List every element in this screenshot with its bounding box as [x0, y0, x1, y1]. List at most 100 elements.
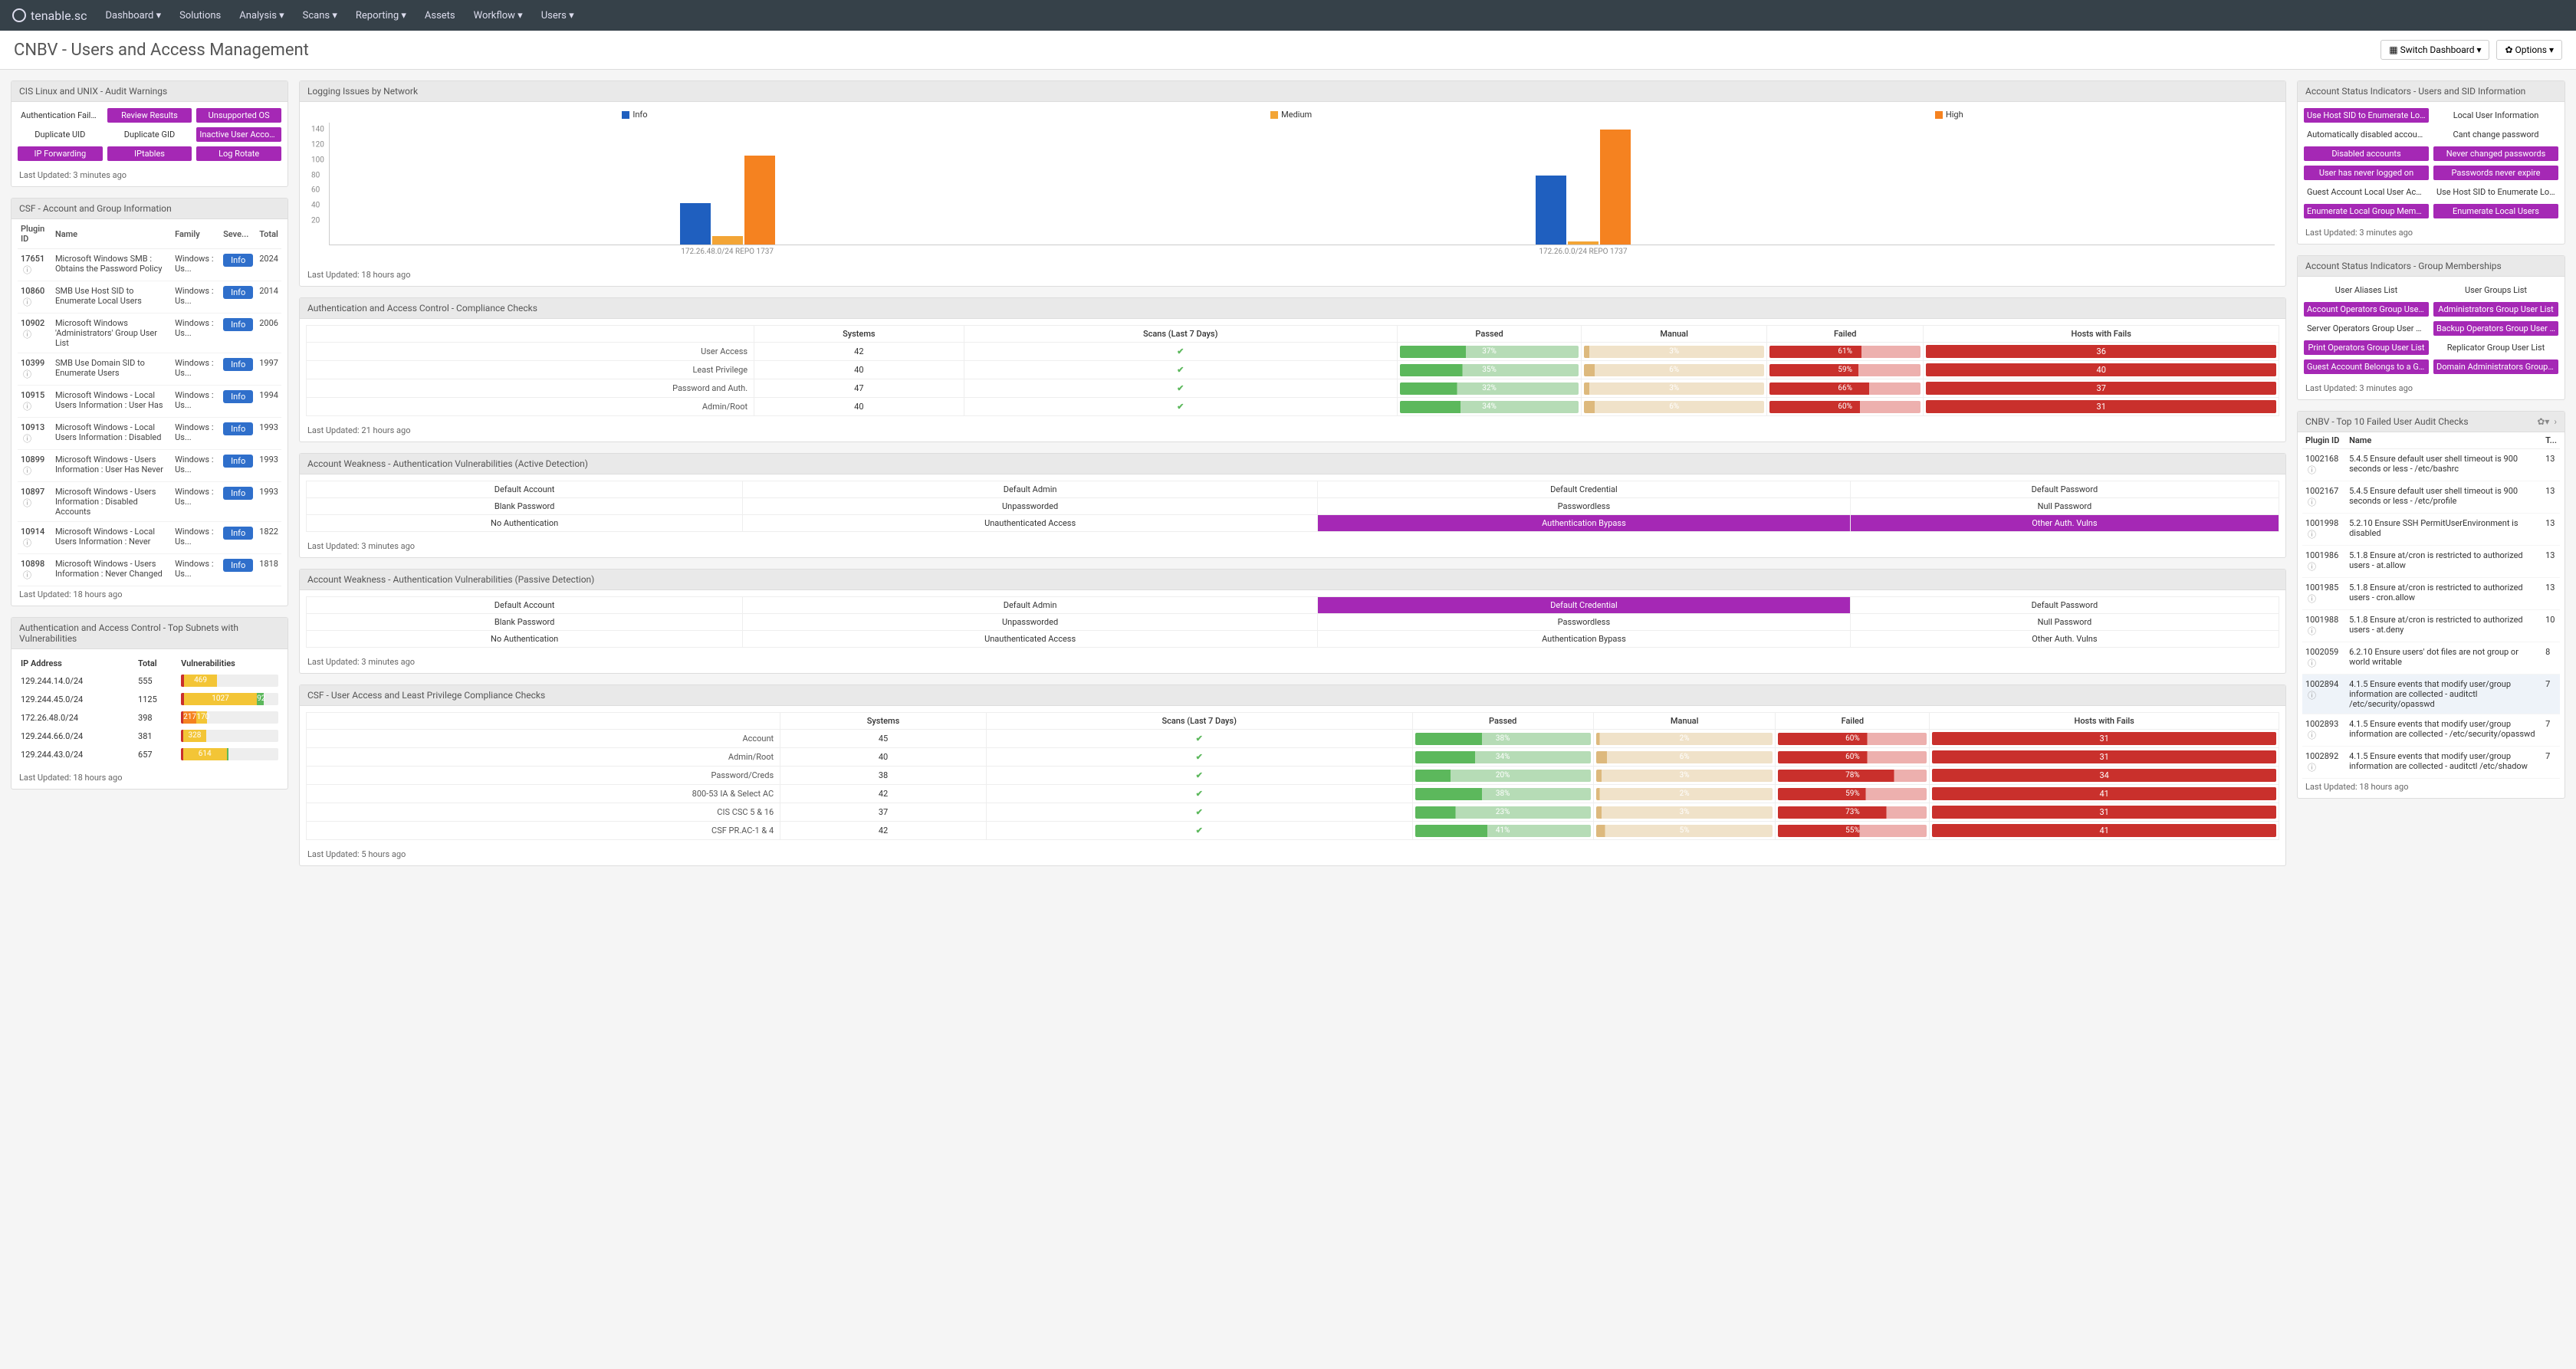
- pill-item[interactable]: Administrators Group User List: [2433, 302, 2558, 317]
- nav-solutions[interactable]: Solutions: [179, 10, 221, 21]
- table-row[interactable]: CSF PR.AC-1 & 442✔41%5%55%41: [307, 822, 2279, 840]
- pill-item[interactable]: Duplicate GID: [107, 127, 192, 142]
- table-row[interactable]: 10898 ⓘMicrosoft Windows - Users Informa…: [18, 554, 281, 586]
- table-row[interactable]: Password/Creds38✔20%3%78%34: [307, 767, 2279, 785]
- pill-item[interactable]: Replicator Group User List: [2433, 340, 2558, 355]
- weakness-cell[interactable]: Default Credential: [1318, 481, 1851, 498]
- pill-item[interactable]: Duplicate UID: [18, 127, 103, 142]
- weakness-cell[interactable]: Unauthenticated Access: [743, 515, 1318, 532]
- pill-item[interactable]: Domain Administrators Group User List: [2433, 359, 2558, 374]
- weakness-cell[interactable]: No Authentication: [307, 631, 743, 648]
- table-row[interactable]: CIS CSC 5 & 1637✔23%3%73%31: [307, 803, 2279, 822]
- chart-bar[interactable]: [680, 203, 711, 245]
- weakness-cell[interactable]: Passwordless: [1318, 498, 1851, 515]
- chart-bar[interactable]: [1536, 176, 1566, 245]
- pill-item[interactable]: Log Rotate: [196, 146, 281, 161]
- table-row[interactable]: 1002893 ⓘ4.1.5 Ensure events that modify…: [2302, 714, 2560, 747]
- pill-item[interactable]: Print Operators Group User List: [2304, 340, 2429, 355]
- table-row[interactable]: 1002168 ⓘ5.4.5 Ensure default user shell…: [2302, 449, 2560, 481]
- pill-item[interactable]: Enumerate Local Users: [2433, 204, 2558, 218]
- weakness-cell[interactable]: Default Account: [307, 481, 743, 498]
- nav-assets[interactable]: Assets: [425, 10, 455, 21]
- table-row[interactable]: 10915 ⓘMicrosoft Windows - Local Users I…: [18, 386, 281, 418]
- pill-item[interactable]: Use Host SID to Enumerate Local Users: [2304, 108, 2429, 123]
- pill-item[interactable]: User Groups List: [2433, 283, 2558, 297]
- pill-item[interactable]: User has never logged on: [2304, 166, 2429, 180]
- pill-item[interactable]: Automatically disabled accounts: [2304, 127, 2429, 142]
- pill-item[interactable]: Use Host SID to Enumerate Local Users Wi…: [2433, 185, 2558, 199]
- chart-bar[interactable]: [1568, 241, 1598, 245]
- switch-dashboard-button[interactable]: ▦ Switch Dashboard: [2380, 40, 2489, 60]
- weakness-cell[interactable]: Default Password: [1850, 481, 2279, 498]
- table-row[interactable]: 1002892 ⓘ4.1.5 Ensure events that modify…: [2302, 747, 2560, 779]
- table-row[interactable]: Admin/Root40✔34%6%60%31: [307, 398, 2279, 416]
- table-row[interactable]: Admin/Root40✔34%6%60%31: [307, 748, 2279, 767]
- nav-scans[interactable]: Scans: [303, 10, 337, 21]
- weakness-cell[interactable]: Null Password: [1850, 498, 2279, 515]
- subnet-row[interactable]: 129.244.45.0/241125102792: [18, 690, 281, 708]
- subnet-row[interactable]: 129.244.14.0/24555469: [18, 671, 281, 690]
- pill-item[interactable]: Backup Operators Group User List: [2433, 321, 2558, 336]
- pill-item[interactable]: Server Operators Group User List: [2304, 321, 2429, 336]
- pill-item[interactable]: Cant change password: [2433, 127, 2558, 142]
- nav-analysis[interactable]: Analysis: [239, 10, 284, 21]
- weakness-cell[interactable]: Other Auth. Vulns: [1850, 515, 2279, 532]
- weakness-cell[interactable]: Default Credential: [1318, 597, 1851, 614]
- bar-chart[interactable]: 14012010080604020172.26.48.0/24 REPO 173…: [329, 123, 2275, 245]
- weakness-cell[interactable]: Passwordless: [1318, 614, 1851, 631]
- weakness-cell[interactable]: Unpassworded: [743, 498, 1318, 515]
- weakness-cell[interactable]: Null Password: [1850, 614, 2279, 631]
- table-row[interactable]: 1001985 ⓘ5.1.8 Ensure at/cron is restric…: [2302, 578, 2560, 610]
- table-row[interactable]: Least Privilege40✔35%6%59%40: [307, 361, 2279, 379]
- weakness-cell[interactable]: Default Admin: [743, 481, 1318, 498]
- weakness-cell[interactable]: Blank Password: [307, 498, 743, 515]
- chart-bar[interactable]: [744, 156, 775, 245]
- pill-item[interactable]: Passwords never expire: [2433, 166, 2558, 180]
- nav-dashboard[interactable]: Dashboard: [105, 10, 161, 21]
- pill-item[interactable]: Local User Information: [2433, 108, 2558, 123]
- nav-reporting[interactable]: Reporting: [356, 10, 406, 21]
- subnet-row[interactable]: 129.244.43.0/24657614: [18, 745, 281, 763]
- table-row[interactable]: 1001998 ⓘ5.2.10 Ensure SSH PermitUserEnv…: [2302, 514, 2560, 546]
- options-button[interactable]: ✿ Options: [2496, 40, 2562, 60]
- pill-item[interactable]: Disabled accounts: [2304, 146, 2429, 161]
- chart-bar[interactable]: [1600, 130, 1631, 245]
- weakness-cell[interactable]: Unauthenticated Access: [743, 631, 1318, 648]
- brand-logo[interactable]: tenable.sc: [12, 8, 87, 23]
- table-row[interactable]: 10902 ⓘMicrosoft Windows 'Administrators…: [18, 314, 281, 353]
- table-row[interactable]: 1002059 ⓘ6.2.10 Ensure users' dot files …: [2302, 642, 2560, 675]
- weakness-cell[interactable]: Authentication Bypass: [1318, 631, 1851, 648]
- table-row[interactable]: 1001986 ⓘ5.1.8 Ensure at/cron is restric…: [2302, 546, 2560, 578]
- pill-item[interactable]: Authentication Failures: [18, 108, 103, 123]
- weakness-cell[interactable]: Default Account: [307, 597, 743, 614]
- pill-item[interactable]: IPtables: [107, 146, 192, 161]
- nav-users[interactable]: Users: [541, 10, 574, 21]
- table-row[interactable]: 1001988 ⓘ5.1.8 Ensure at/cron is restric…: [2302, 610, 2560, 642]
- pill-item[interactable]: User Aliases List: [2304, 283, 2429, 297]
- table-row[interactable]: Account45✔38%2%60%31: [307, 730, 2279, 748]
- pill-item[interactable]: Account Operators Group User List: [2304, 302, 2429, 317]
- chart-bar[interactable]: [712, 236, 743, 245]
- pill-item[interactable]: Enumerate Local Group Memberships: [2304, 204, 2429, 218]
- table-row[interactable]: Password and Auth.47✔32%3%66%37: [307, 379, 2279, 398]
- weakness-cell[interactable]: Authentication Bypass: [1318, 515, 1851, 532]
- weakness-cell[interactable]: Other Auth. Vulns: [1850, 631, 2279, 648]
- pill-item[interactable]: Never changed passwords: [2433, 146, 2558, 161]
- table-row[interactable]: 10913 ⓘMicrosoft Windows - Local Users I…: [18, 418, 281, 450]
- weakness-cell[interactable]: Blank Password: [307, 614, 743, 631]
- table-row[interactable]: User Access42✔37%3%61%36: [307, 343, 2279, 361]
- pill-item[interactable]: Unsupported OS: [196, 108, 281, 123]
- table-row[interactable]: 10860 ⓘSMB Use Host SID to Enumerate Loc…: [18, 281, 281, 314]
- pill-item[interactable]: Guest Account Belongs to a Group: [2304, 359, 2429, 374]
- pill-item[interactable]: Review Results: [107, 108, 192, 123]
- weakness-cell[interactable]: Default Admin: [743, 597, 1318, 614]
- card-tools[interactable]: ✿▾ ›: [2537, 416, 2557, 427]
- table-row[interactable]: 10399 ⓘSMB Use Domain SID to Enumerate U…: [18, 353, 281, 386]
- subnet-row[interactable]: 172.26.48.0/24398217170: [18, 708, 281, 727]
- table-row[interactable]: 10897 ⓘMicrosoft Windows - Users Informa…: [18, 482, 281, 522]
- table-row[interactable]: 10914 ⓘMicrosoft Windows - Local Users I…: [18, 522, 281, 554]
- pill-item[interactable]: IP Forwarding: [18, 146, 103, 161]
- pill-item[interactable]: Guest Account Local User Access: [2304, 185, 2429, 199]
- weakness-cell[interactable]: No Authentication: [307, 515, 743, 532]
- nav-workflow[interactable]: Workflow: [474, 10, 523, 21]
